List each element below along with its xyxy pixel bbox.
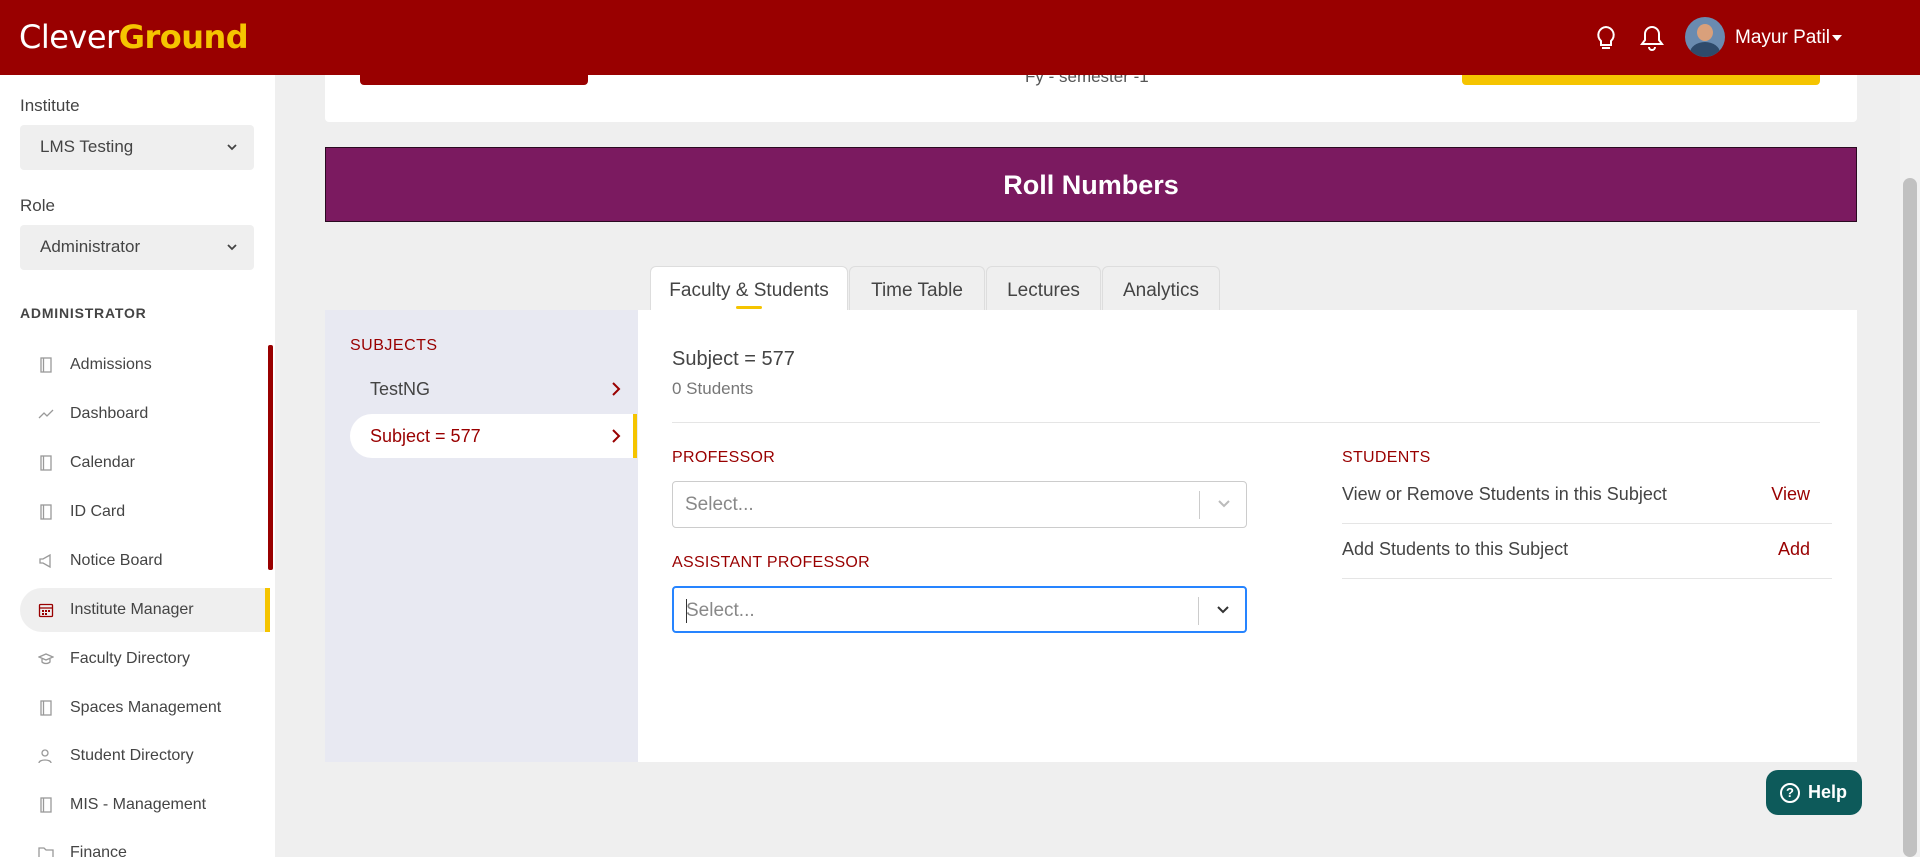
logo-part2: Ground bbox=[118, 18, 249, 56]
book-icon bbox=[40, 504, 52, 520]
students-heading: STUDENTS bbox=[1342, 449, 1431, 466]
sidebar-item-label: Student Directory bbox=[70, 747, 194, 764]
top-bar: CleverGround Mayur Patil bbox=[0, 0, 1920, 75]
sidebar-item-spaces-management[interactable]: Spaces Management bbox=[20, 686, 270, 730]
institute-value: LMS Testing bbox=[40, 137, 134, 156]
view-students-row: View or Remove Students in this Subject … bbox=[1342, 470, 1832, 524]
help-button[interactable]: ? Help bbox=[1766, 770, 1862, 815]
user-name[interactable]: Mayur Patil bbox=[1735, 27, 1830, 49]
sidebar-item-calendar[interactable]: Calendar bbox=[20, 441, 270, 485]
avatar[interactable] bbox=[1685, 17, 1725, 57]
subject-item-577[interactable]: Subject = 577 bbox=[350, 414, 637, 458]
graduation-cap-icon bbox=[38, 653, 54, 665]
sidebar-item-label: Institute Manager bbox=[70, 601, 194, 618]
add-students-text: Add Students to this Subject bbox=[1342, 539, 1569, 559]
add-students-link[interactable]: Add bbox=[1778, 539, 1810, 560]
tab-lectures[interactable]: Lectures bbox=[986, 266, 1101, 311]
book-icon bbox=[40, 700, 52, 716]
book-icon bbox=[40, 797, 52, 813]
sidebar: Institute LMS Testing Role Administrator… bbox=[0, 75, 275, 857]
sidebar-item-label: Admissions bbox=[70, 356, 152, 373]
tab-time-table[interactable]: Time Table bbox=[849, 266, 985, 311]
page-scrollbar-thumb[interactable] bbox=[1903, 178, 1917, 857]
section-heading: ADMINISTRATOR bbox=[20, 305, 147, 321]
sidebar-item-dashboard[interactable]: Dashboard bbox=[20, 392, 270, 436]
sidebar-item-mis-management[interactable]: MIS - Management bbox=[20, 783, 270, 827]
institute-label: Institute bbox=[20, 96, 80, 115]
chevron-right-icon bbox=[612, 429, 621, 443]
megaphone-icon bbox=[39, 553, 51, 569]
tab-label: Time Table bbox=[871, 280, 963, 301]
user-icon bbox=[38, 749, 52, 764]
clever-ground-logo[interactable]: CleverGround bbox=[19, 18, 249, 56]
calendar-grid-icon bbox=[38, 603, 54, 618]
assistant-placeholder: Select... bbox=[686, 600, 755, 621]
chevron-down-icon[interactable] bbox=[1832, 35, 1842, 41]
sidebar-item-label: Dashboard bbox=[70, 405, 149, 422]
bell-icon[interactable] bbox=[1638, 24, 1666, 52]
subject-item-testng[interactable]: TestNG bbox=[350, 367, 637, 411]
tab-label: Faculty & Students bbox=[669, 280, 829, 301]
folder-icon bbox=[38, 847, 54, 857]
sidebar-item-label: ID Card bbox=[70, 503, 126, 520]
student-count: 0 Students bbox=[672, 379, 754, 398]
tab-faculty-students[interactable]: Faculty & Students bbox=[650, 266, 848, 311]
sidebar-item-admissions[interactable]: Admissions bbox=[20, 343, 270, 387]
role-label: Role bbox=[20, 196, 55, 215]
question-icon: ? bbox=[1780, 783, 1800, 803]
subject-label: TestNG bbox=[370, 379, 431, 399]
tab-label: Lectures bbox=[1007, 280, 1080, 301]
book-icon bbox=[40, 455, 52, 471]
sidebar-item-label: Faculty Directory bbox=[70, 650, 191, 667]
role-value: Administrator bbox=[40, 237, 141, 256]
lightbulb-icon[interactable] bbox=[1592, 24, 1620, 52]
assistant-professor-select[interactable]: Select... bbox=[672, 586, 1247, 633]
sidebar-item-label: MIS - Management bbox=[70, 796, 207, 813]
tab-analytics[interactable]: Analytics bbox=[1102, 266, 1220, 311]
page-banner: Roll Numbers bbox=[325, 147, 1857, 222]
subjects-heading: SUBJECTS bbox=[350, 337, 438, 354]
book-icon bbox=[40, 357, 52, 373]
divider bbox=[672, 422, 1820, 423]
sidebar-item-label: Notice Board bbox=[70, 552, 163, 569]
sidebar-item-label: Spaces Management bbox=[70, 699, 222, 716]
sidebar-item-finance[interactable]: Finance bbox=[20, 831, 270, 857]
chevron-down-icon[interactable] bbox=[1215, 604, 1231, 616]
view-students-text: View or Remove Students in this Subject bbox=[1342, 484, 1667, 504]
sidebar-item-student-directory[interactable]: Student Directory bbox=[20, 734, 270, 778]
chevron-down-icon[interactable] bbox=[1216, 498, 1232, 510]
assistant-professor-label: ASSISTANT PROFESSOR bbox=[672, 554, 871, 571]
select-separator bbox=[1198, 597, 1199, 625]
view-students-link[interactable]: View bbox=[1771, 484, 1810, 505]
tab-label: Analytics bbox=[1122, 280, 1200, 301]
sidebar-item-label: Calendar bbox=[70, 454, 135, 471]
logo-part1: Clever bbox=[19, 18, 119, 56]
select-separator bbox=[1199, 491, 1200, 519]
add-students-row: Add Students to this Subject Add bbox=[1342, 525, 1832, 579]
sidebar-item-faculty-directory[interactable]: Faculty Directory bbox=[20, 637, 270, 681]
professor-select[interactable]: Select... bbox=[672, 481, 1247, 528]
sidebar-item-id-card[interactable]: ID Card bbox=[20, 490, 270, 534]
help-label: Help bbox=[1808, 782, 1848, 802]
sidebar-item-institute-manager[interactable]: Institute Manager bbox=[20, 588, 270, 632]
professor-label: PROFESSOR bbox=[672, 449, 776, 466]
chevron-down-icon bbox=[227, 144, 237, 151]
chevron-down-icon bbox=[227, 244, 237, 251]
trend-icon bbox=[38, 409, 54, 419]
subject-title: Subject = 577 bbox=[672, 348, 795, 370]
role-select[interactable]: Administrator bbox=[20, 225, 254, 270]
sidebar-item-label: Finance bbox=[70, 844, 127, 857]
subject-label: Subject = 577 bbox=[370, 426, 481, 446]
professor-placeholder: Select... bbox=[685, 494, 754, 515]
institute-select[interactable]: LMS Testing bbox=[20, 125, 254, 170]
page-title: Roll Numbers bbox=[1003, 170, 1179, 200]
sidebar-item-notice-board[interactable]: Notice Board bbox=[20, 539, 270, 583]
chevron-right-icon bbox=[612, 382, 621, 396]
